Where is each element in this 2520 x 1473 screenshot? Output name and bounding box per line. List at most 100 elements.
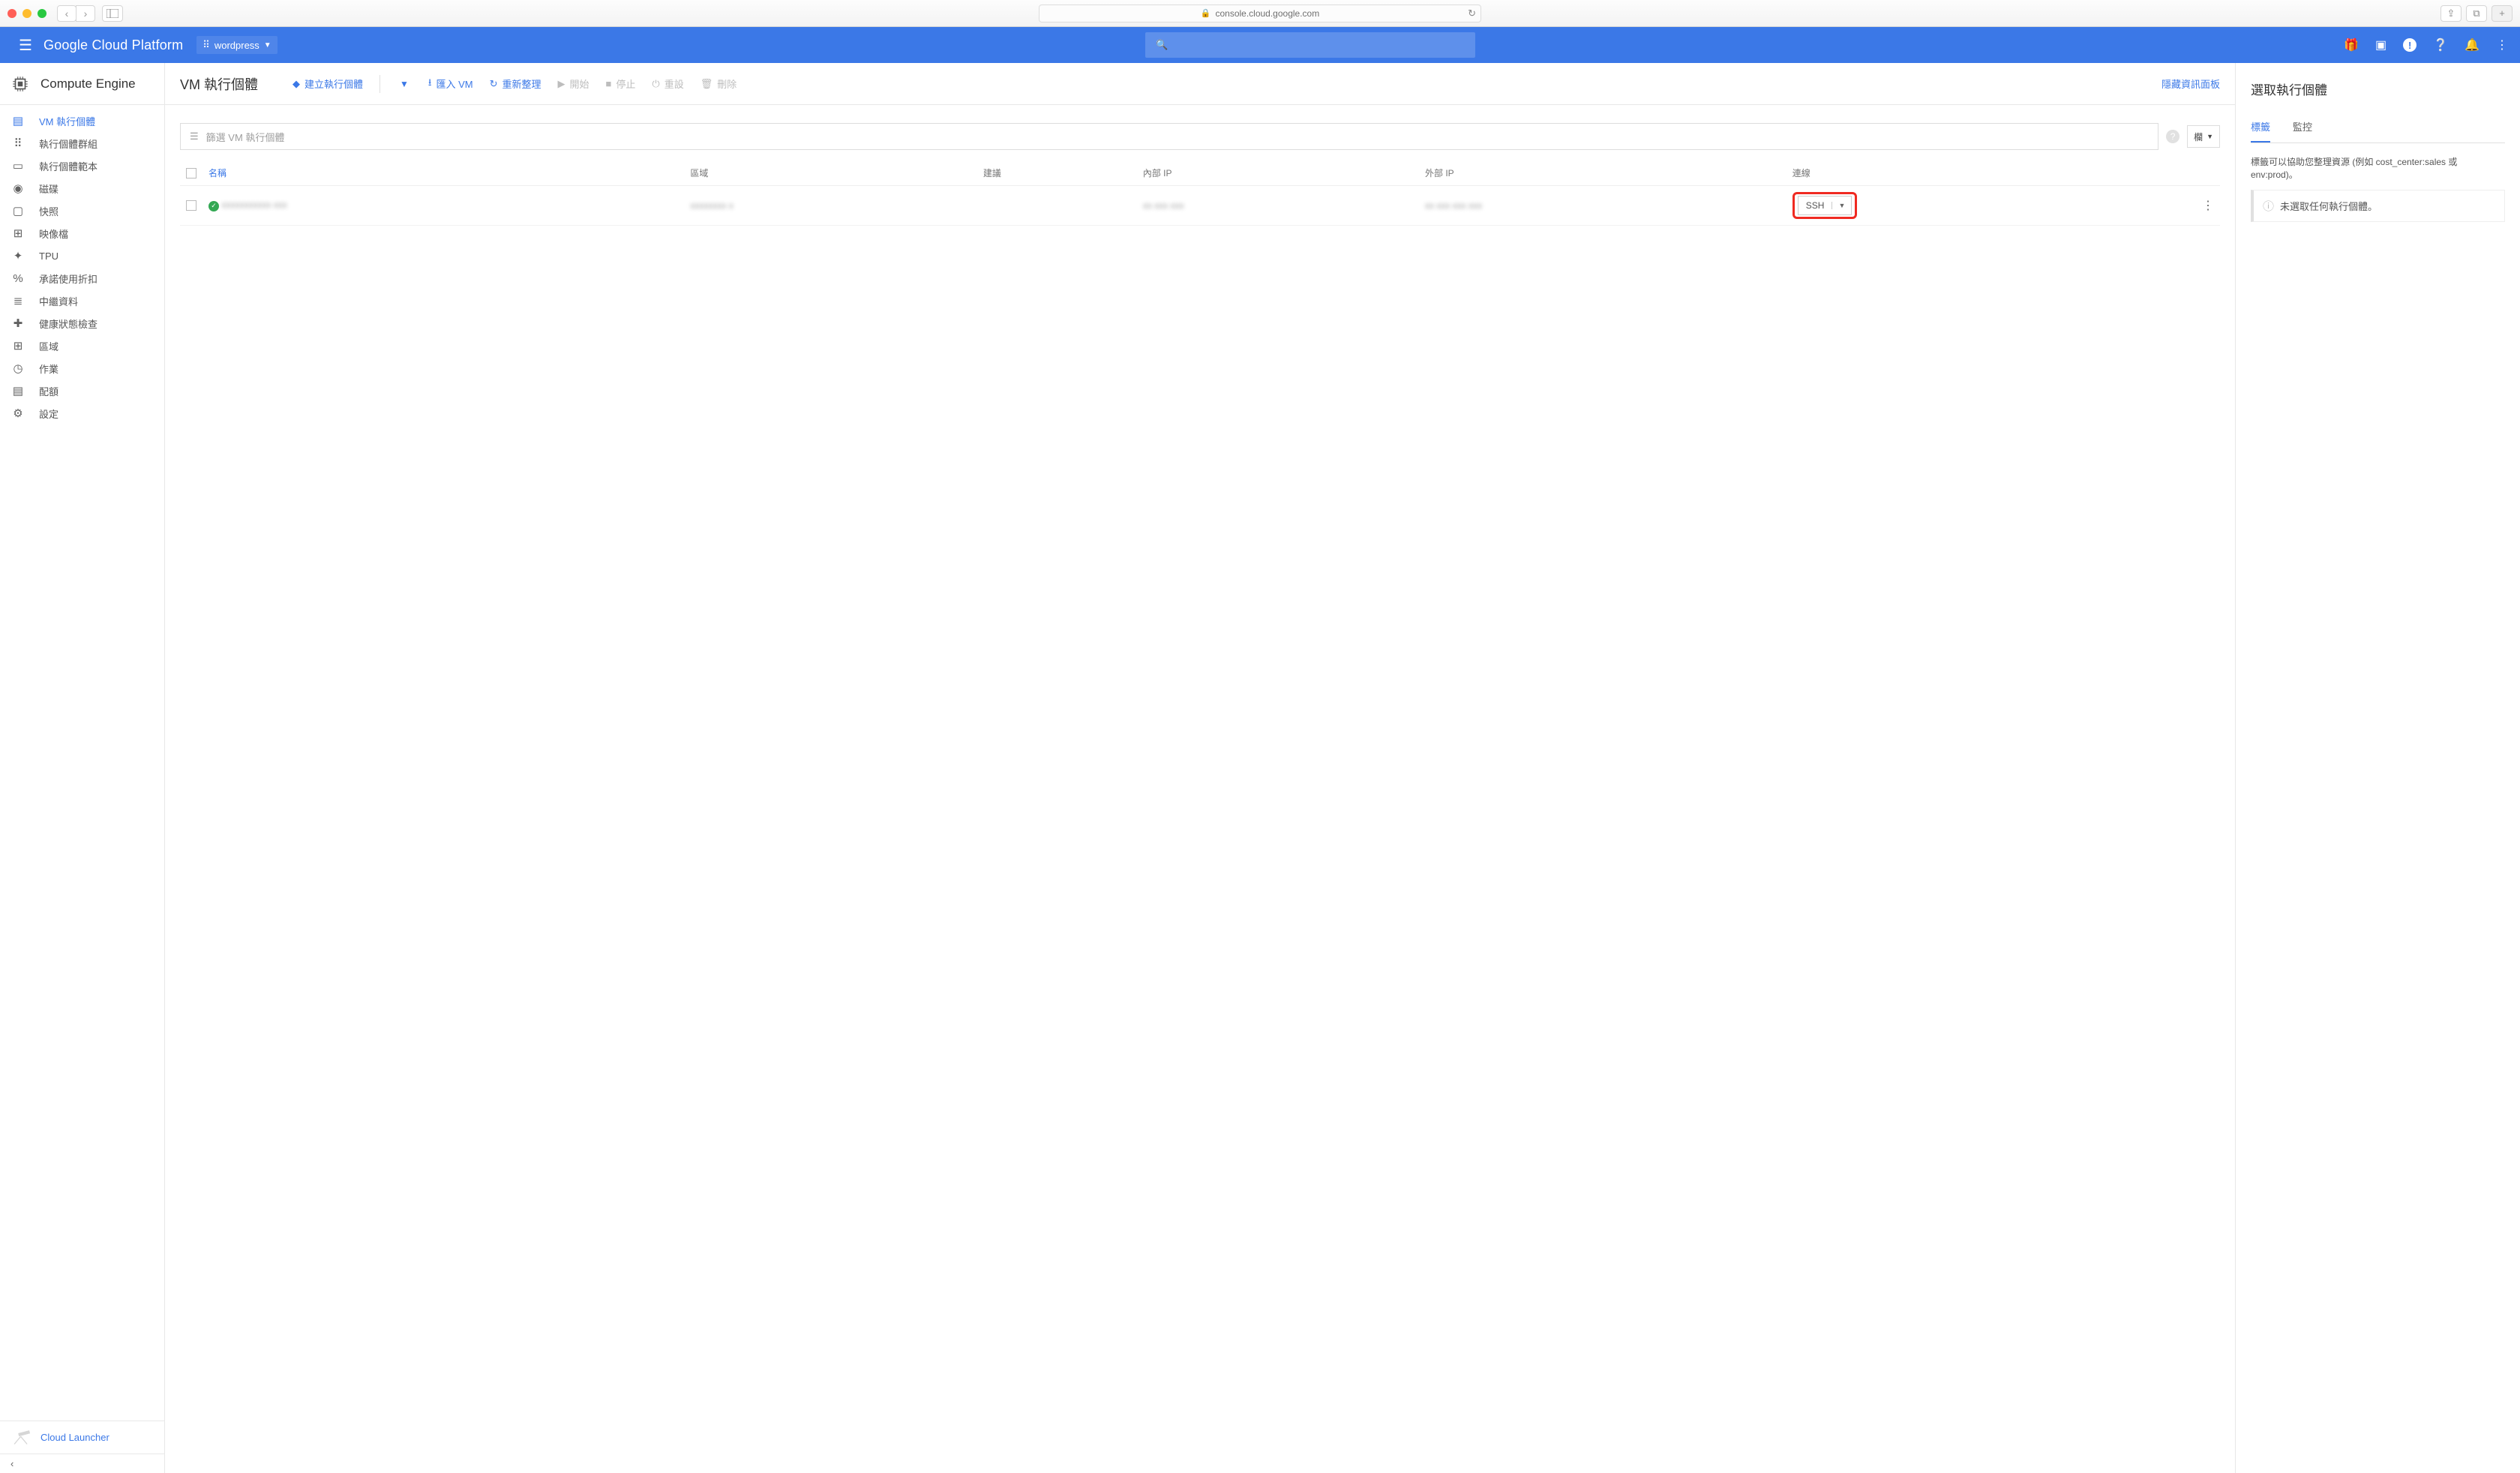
- sidebar-item-settings[interactable]: ⚙設定: [0, 402, 164, 424]
- sidebar-item-quota[interactable]: ▤配額: [0, 380, 164, 402]
- filter-placeholder: 篩選 VM 執行個體: [206, 130, 285, 144]
- sidebar-item-image[interactable]: ⊞ 映像檔: [0, 222, 164, 244]
- recommend-value: [977, 186, 1137, 226]
- reset-button: ⏻ 重設: [652, 76, 683, 91]
- search-input[interactable]: 🔍: [1145, 32, 1475, 58]
- sidebar-item-group[interactable]: ⠿執行個體群組: [0, 132, 164, 154]
- info-panel: 選取執行個體 標籤 監控 標籤可以協助您整理資源 (例如 cost_center…: [2235, 63, 2520, 1473]
- notifications-icon[interactable]: 🔔: [2464, 38, 2480, 52]
- start-label: 開始: [570, 76, 590, 91]
- help-icon[interactable]: ❔: [2433, 38, 2448, 52]
- search-icon: 🔍: [1156, 39, 1168, 51]
- ssh-button[interactable]: SSH▼: [1798, 196, 1852, 215]
- sidebar-item-zone[interactable]: ⊞區域: [0, 334, 164, 357]
- columns-button[interactable]: 欄 ▼: [2187, 125, 2220, 148]
- image-icon: ⊞: [10, 226, 26, 240]
- telescope-icon: [10, 1429, 36, 1447]
- start-button: ▶ 開始: [558, 76, 590, 91]
- back-button[interactable]: ‹: [57, 5, 76, 22]
- browser-chrome: ‹ › 🔒 console.cloud.google.com ↻ ⇪ ⧉ +: [0, 0, 2520, 27]
- stop-button: ■ 停止: [606, 76, 636, 91]
- ssh-dropdown-icon[interactable]: ▼: [1832, 202, 1851, 209]
- col-connect[interactable]: 連線: [1786, 160, 2196, 186]
- more-icon[interactable]: ⋮: [2496, 38, 2508, 52]
- create-dropdown-icon[interactable]: ▼: [397, 79, 412, 89]
- cloud-shell-icon[interactable]: ▣: [2375, 38, 2386, 52]
- col-internal-ip[interactable]: 內部 IP: [1137, 160, 1419, 186]
- select-all-checkbox[interactable]: [186, 168, 196, 178]
- sidebar-item-label: 中繼資料: [39, 294, 78, 308]
- play-icon: ▶: [558, 78, 566, 90]
- delete-button: 🗑 刪除: [700, 76, 737, 91]
- new-tab-icon[interactable]: +: [2492, 5, 2512, 22]
- brand-text: Google Cloud Platform: [44, 38, 183, 53]
- sidebar-item-discount[interactable]: %承諾使用折扣: [0, 267, 164, 290]
- import-vm-button[interactable]: ⭳ 匯入 VM: [428, 76, 473, 92]
- stop-icon: ■: [606, 78, 612, 89]
- col-recommend[interactable]: 建議: [977, 160, 1137, 186]
- product-name: Compute Engine: [40, 76, 136, 92]
- vm-icon: ▤: [10, 114, 26, 128]
- sidebar-item-vm[interactable]: ▤VM 執行個體: [0, 110, 164, 132]
- sidebar-item-label: TPU: [39, 250, 58, 262]
- quota-icon: ▤: [10, 384, 26, 398]
- sidebar-item-ops[interactable]: ◷作業: [0, 357, 164, 380]
- hide-info-panel-button[interactable]: 隱藏資訊面板: [2162, 76, 2220, 91]
- project-dots-icon: ⠿: [202, 39, 210, 51]
- action-toolbar: VM 執行個體 ◆ 建立執行個體 ▼ ⭳ 匯入 VM ↻ 重新整理 ▶ 開始: [165, 63, 2235, 105]
- tabs-icon[interactable]: ⧉: [2466, 5, 2487, 22]
- create-icon: ◆: [292, 78, 300, 90]
- sidebar-item-label: 映像檔: [39, 226, 68, 241]
- reset-label: 重設: [664, 76, 684, 91]
- fullscreen-window-icon[interactable]: [38, 9, 46, 18]
- row-checkbox[interactable]: [186, 200, 196, 211]
- vm-table: 名稱 區域 建議 內部 IP 外部 IP 連線 ✓ xxxxxxxxxxx xx…: [180, 160, 2220, 226]
- columns-label: 欄: [2194, 130, 2203, 143]
- sidebar-item-label: 磁碟: [39, 182, 58, 196]
- share-icon[interactable]: ⇪: [2440, 5, 2462, 22]
- sidebar-item-label: 執行個體群組: [39, 136, 98, 151]
- refresh-button[interactable]: ↻ 重新整理: [490, 76, 542, 91]
- url-text: console.cloud.google.com: [1215, 8, 1319, 19]
- sidebar-toggle-icon[interactable]: [102, 5, 123, 22]
- sidebar-item-health[interactable]: ✚健康狀態檢查: [0, 312, 164, 334]
- sidebar-item-snapshot[interactable]: ▢快照: [0, 200, 164, 222]
- col-external-ip[interactable]: 外部 IP: [1419, 160, 1786, 186]
- chevron-down-icon: ▼: [264, 41, 272, 50]
- ops-icon: ◷: [10, 362, 26, 375]
- create-instance-button[interactable]: ◆ 建立執行個體: [292, 76, 363, 91]
- collapse-sidebar-button[interactable]: ‹: [0, 1454, 164, 1473]
- ssh-label: SSH: [1798, 200, 1832, 211]
- health-icon: ✚: [10, 316, 26, 330]
- menu-icon[interactable]: ☰: [8, 36, 44, 55]
- instance-name[interactable]: xxxxxxxxxxx xxx: [221, 200, 286, 210]
- sidebar-item-label: 承諾使用折扣: [39, 272, 98, 286]
- minimize-window-icon[interactable]: [22, 9, 32, 18]
- col-name[interactable]: 名稱: [202, 160, 684, 186]
- gift-icon[interactable]: 🎁: [2344, 38, 2359, 52]
- filter-help-icon[interactable]: ?: [2166, 130, 2180, 143]
- power-icon: ⏻: [652, 78, 659, 90]
- forward-button[interactable]: ›: [76, 5, 95, 22]
- sidebar-item-tpu[interactable]: ✦TPU: [0, 244, 164, 267]
- tab-monitoring[interactable]: 監控: [2293, 112, 2312, 142]
- table-row[interactable]: ✓ xxxxxxxxxxx xxxxxxxxxxx xxx xxx xxxxx …: [180, 186, 2220, 226]
- filter-input[interactable]: ☰ 篩選 VM 執行個體: [180, 123, 2158, 150]
- product-header[interactable]: Compute Engine: [0, 63, 164, 105]
- sidebar-item-metadata[interactable]: ≣中繼資料: [0, 290, 164, 312]
- disk-icon: ◉: [10, 182, 26, 195]
- col-zone[interactable]: 區域: [684, 160, 976, 186]
- row-menu-icon[interactable]: ⋮: [2202, 200, 2214, 212]
- cloud-launcher-link[interactable]: Cloud Launcher: [0, 1420, 164, 1454]
- alert-icon[interactable]: !: [2403, 38, 2416, 52]
- sidebar-item-template[interactable]: ▭執行個體範本: [0, 154, 164, 177]
- zone-icon: ⊞: [10, 339, 26, 352]
- address-bar[interactable]: 🔒 console.cloud.google.com ↻: [1039, 4, 1481, 22]
- tab-labels[interactable]: 標籤: [2251, 112, 2270, 142]
- sidebar-item-disk[interactable]: ◉ 磁碟: [0, 177, 164, 200]
- close-window-icon[interactable]: [8, 9, 16, 18]
- external-ip-value: xx xxx xxx xxx: [1425, 200, 1482, 211]
- reload-icon[interactable]: ↻: [1468, 8, 1476, 20]
- filter-icon: ☰: [190, 130, 199, 142]
- project-selector[interactable]: ⠿ wordpress ▼: [196, 36, 277, 54]
